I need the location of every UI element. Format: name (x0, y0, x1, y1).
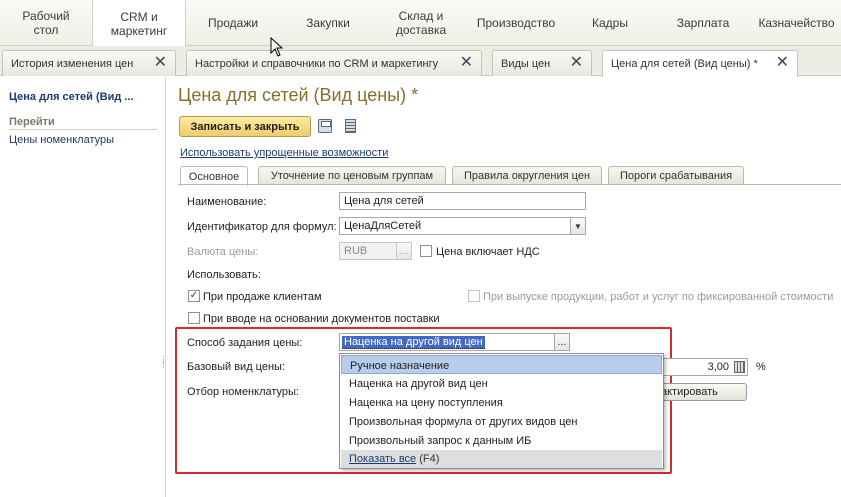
mouse-cursor-icon (270, 37, 284, 57)
window-tab-label: История изменения цен (11, 57, 134, 70)
formula-id-label: Идентификатор для формул: (187, 221, 337, 233)
panel-splitter-handle[interactable]: ⋮ ⋮ (159, 355, 168, 369)
pricing-method-input[interactable]: Наценка на другой вид цен (339, 333, 555, 351)
name-label: Наименование: (187, 196, 267, 208)
pricing-method-dropdown: Ручное назначение Наценка на другой вид … (339, 353, 664, 469)
form-title: Цена для сетей (Вид цены) * (178, 85, 419, 105)
pricing-method-label: Способ задания цены: (187, 337, 303, 349)
close-icon[interactable]: ✕ (776, 55, 789, 71)
vat-label: Цена включает НДС (436, 246, 540, 258)
dropdown-item-markup-other[interactable]: Наценка на другой вид цен (341, 374, 662, 393)
base-price-label: Базовый вид цены: (187, 361, 285, 373)
section-desktop[interactable]: Рабочий стол (0, 0, 92, 46)
chevron-down-icon[interactable]: ▼ (570, 217, 586, 235)
show-all-hotkey: (F4) (416, 453, 440, 465)
window-tab-label: Настройки и справочники по CRM и маркети… (195, 57, 439, 70)
pricing-method-select-button[interactable]: ... (554, 333, 570, 351)
production-label: При выпуске продукции, работ и услуг по … (483, 291, 834, 303)
dropdown-item-manual[interactable]: Ручное назначение (341, 355, 662, 374)
window-tab-price-history[interactable]: История изменения цен ✕ (2, 50, 176, 76)
simple-mode-link[interactable]: Использовать упрощенные возможности (180, 147, 388, 159)
name-input[interactable]: Цена для сетей (339, 192, 586, 210)
section-sales[interactable]: Продажи (186, 0, 280, 46)
edit-filter-button[interactable]: актировать (650, 383, 747, 401)
section-warehouse[interactable]: Склад и доставка (376, 0, 466, 46)
window-tab-price-types[interactable]: Виды цен ✕ (492, 50, 592, 76)
tab-strip-baseline (178, 184, 841, 185)
section-hr[interactable]: Кадры (566, 0, 654, 46)
close-icon[interactable]: ✕ (460, 55, 473, 71)
window-tab-network-price[interactable]: Цена для сетей (Вид цены) * ✕ (602, 50, 798, 77)
use-label: Использовать: (187, 269, 261, 281)
vat-checkbox[interactable] (420, 245, 432, 257)
save-icon[interactable] (318, 119, 332, 133)
window-tabs-bar: История изменения цен ✕ Настройки и спра… (0, 46, 841, 77)
currency-select-button[interactable]: ... (396, 242, 412, 260)
list-icon[interactable] (345, 119, 356, 133)
percent-sign: % (756, 361, 766, 373)
section-treasury[interactable]: Казначейство (752, 0, 841, 46)
pricing-method-value: Наценка на другой вид цен (342, 336, 485, 349)
production-checkbox[interactable] (468, 290, 480, 302)
currency-input[interactable]: RUB (339, 242, 397, 260)
tab-rounding-rules[interactable]: Правила округления цен (452, 166, 602, 185)
dropdown-footer: Показать все (F4) (341, 450, 662, 468)
tab-price-groups[interactable]: Уточнение по ценовым группам (258, 166, 446, 185)
sale-label: При продаже клиентам (203, 291, 322, 303)
currency-label: Валюта цены: (187, 246, 259, 258)
dropdown-item-query[interactable]: Произвольный запрос к данным ИБ (341, 431, 662, 450)
show-all-link[interactable]: Показать все (349, 453, 416, 465)
docs-label: При вводе на основании документов постав… (203, 313, 440, 325)
section-payroll[interactable]: Зарплата (654, 0, 752, 46)
sections-bar: Рабочий стол CRM и маркетинг Продажи Зак… (0, 0, 841, 47)
nav-section-goto: Перейти (9, 116, 55, 128)
filter-label: Отбор номенклатуры: (187, 386, 299, 398)
save-and-close-button[interactable]: Записать и закрыть (179, 116, 311, 137)
navigation-panel: Цена для сетей (Вид ... Перейти Цены ном… (0, 77, 166, 497)
tab-thresholds[interactable]: Пороги срабатывания (608, 166, 744, 185)
formula-id-input[interactable]: ЦенаДляСетей (339, 217, 571, 235)
section-crm-marketing[interactable]: CRM и маркетинг (92, 0, 186, 47)
nav-panel-title: Цена для сетей (Вид ... (9, 91, 134, 103)
window-tab-label: Виды цен (501, 57, 551, 70)
nav-divider (9, 129, 157, 130)
close-icon[interactable]: ✕ (570, 55, 583, 71)
sale-checkbox[interactable]: ✓ (188, 290, 200, 302)
section-production[interactable]: Производство (466, 0, 566, 46)
tab-main[interactable]: Основное (180, 166, 248, 186)
window-tab-label: Цена для сетей (Вид цены) * (611, 58, 758, 70)
section-purchases[interactable]: Закупки (280, 0, 376, 46)
calculator-icon[interactable] (734, 361, 745, 373)
dropdown-item-markup-receipt[interactable]: Наценка на цену поступления (341, 393, 662, 412)
close-icon[interactable]: ✕ (154, 55, 167, 71)
window-tab-crm-settings[interactable]: Настройки и справочники по CRM и маркети… (186, 50, 482, 76)
nav-link-item-prices[interactable]: Цены номенклатуры (9, 134, 114, 146)
docs-checkbox[interactable] (188, 312, 200, 324)
dropdown-item-formula[interactable]: Произвольная формула от других видов цен (341, 412, 662, 431)
